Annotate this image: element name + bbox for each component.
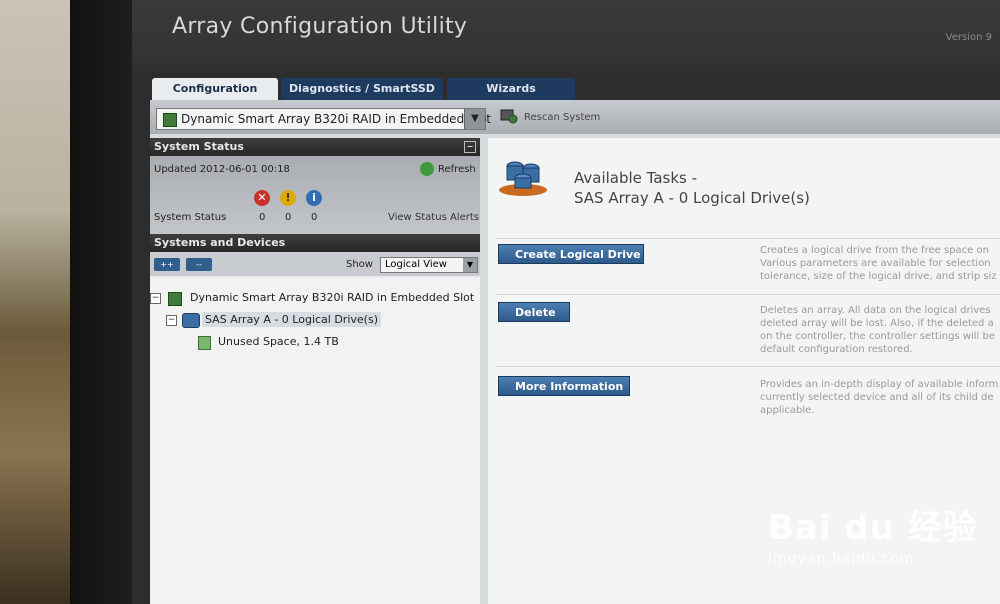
watermark: Bai du 经验 jingyan.baidu.com [768, 500, 978, 567]
warning-icon: ! [280, 190, 296, 206]
more-information-button[interactable]: More Information [498, 376, 630, 396]
tree-toolbar: ++ -- Show Logical View ▼ [150, 252, 480, 276]
chevron-down-icon[interactable]: ▼ [463, 258, 477, 272]
view-status-alerts-link[interactable]: View Status Alerts [388, 212, 479, 223]
rescan-button[interactable]: Rescan System [524, 112, 600, 123]
system-status-title: System Status [154, 140, 244, 153]
tree-item-array[interactable]: − SAS Array A - 0 Logical Drive(s) [150, 312, 480, 328]
tab-wizards[interactable]: Wizards [447, 78, 575, 100]
tree-item-label: SAS Array A - 0 Logical Drive(s) [202, 312, 381, 327]
device-tree: − Dynamic Smart Array B320i RAID in Embe… [150, 278, 480, 604]
view-select-value: Logical View [385, 259, 447, 270]
expand-all-button[interactable]: ++ [154, 258, 180, 271]
controller-icon [168, 292, 182, 306]
info-count: 0 [311, 212, 318, 223]
desc-line: tolerance, size of the logical drive, an… [760, 271, 997, 282]
task-description: Deletes an array. All data on the logica… [760, 304, 1000, 356]
watermark-url: jingyan.baidu.com [768, 551, 915, 567]
app-title: Array Configuration Utility [172, 14, 468, 39]
system-status-box: Updated 2012-06-01 00:18 Refresh ✕ ! i S… [150, 156, 480, 234]
system-status-header: System Status − [150, 138, 480, 156]
divider [496, 366, 1000, 367]
refresh-button[interactable]: Refresh [438, 164, 476, 175]
desc-line: currently selected device and all of its… [760, 392, 994, 403]
controller-icon [163, 113, 177, 127]
desc-line: applicable. [760, 405, 815, 416]
tasks-title-line1: Available Tasks - [574, 169, 698, 187]
chevron-down-icon[interactable]: ▼ [464, 109, 485, 129]
desc-line: Various parameters are available for sel… [760, 258, 991, 269]
controller-select-value: Dynamic Smart Array B320i RAID in Embedd… [181, 112, 491, 126]
system-status-label: System Status [154, 212, 227, 223]
controller-bar: Dynamic Smart Array B320i RAID in Embedd… [150, 100, 1000, 134]
version-label: Version 9 [945, 32, 992, 43]
divider [496, 238, 1000, 239]
watermark-brand: Bai du 经验 [768, 508, 978, 548]
tree-item-label: Unused Space, 1.4 TB [218, 335, 339, 348]
expander-icon[interactable]: − [166, 315, 177, 326]
tree-item-label: Dynamic Smart Array B320i RAID in Embedd… [190, 291, 475, 304]
systems-devices-header: Systems and Devices [150, 234, 480, 252]
collapse-icon[interactable]: − [464, 141, 476, 153]
expander-icon[interactable]: − [150, 293, 161, 304]
desc-line: on the controller, the controller settin… [760, 331, 996, 342]
array-icon [182, 313, 200, 328]
divider [496, 294, 1000, 295]
tab-diagnostics[interactable]: Diagnostics / SmartSSD [281, 78, 443, 100]
updated-timestamp: Updated 2012-06-01 00:18 [154, 164, 290, 175]
tasks-title-line2: SAS Array A - 0 Logical Drive(s) [574, 189, 810, 207]
info-icon: i [306, 190, 322, 206]
disk-array-icon [499, 161, 547, 196]
tasks-title: Available Tasks - SAS Array A - 0 Logica… [574, 168, 810, 208]
desc-line: Provides an in-depth display of availabl… [760, 379, 999, 390]
desc-line: deleted array will be lost. Also, if the… [760, 318, 994, 329]
controller-select[interactable]: Dynamic Smart Array B320i RAID in Embedd… [156, 108, 491, 130]
left-pane: System Status − Updated 2012-06-01 00:18… [150, 138, 480, 604]
collapse-all-button[interactable]: -- [186, 258, 212, 271]
critical-icon: ✕ [254, 190, 270, 206]
task-description: Creates a logical drive from the free sp… [760, 244, 1000, 283]
desc-line: Deletes an array. All data on the logica… [760, 305, 991, 316]
critical-count: 0 [259, 212, 266, 223]
desc-line: default configuration restored. [760, 344, 913, 355]
unused-space-icon [198, 336, 211, 350]
desc-line: Creates a logical drive from the free sp… [760, 245, 989, 256]
task-description: Provides an in-depth display of availabl… [760, 378, 1000, 417]
delete-button[interactable]: Delete [498, 302, 570, 322]
show-label: Show [346, 259, 373, 270]
refresh-icon[interactable] [420, 162, 434, 176]
warning-count: 0 [285, 212, 292, 223]
rescan-icon[interactable] [500, 108, 518, 124]
tab-configuration[interactable]: Configuration [152, 78, 278, 100]
view-select[interactable]: Logical View ▼ [380, 257, 478, 273]
create-logical-drive-button[interactable]: Create Logical Drive [498, 244, 644, 264]
